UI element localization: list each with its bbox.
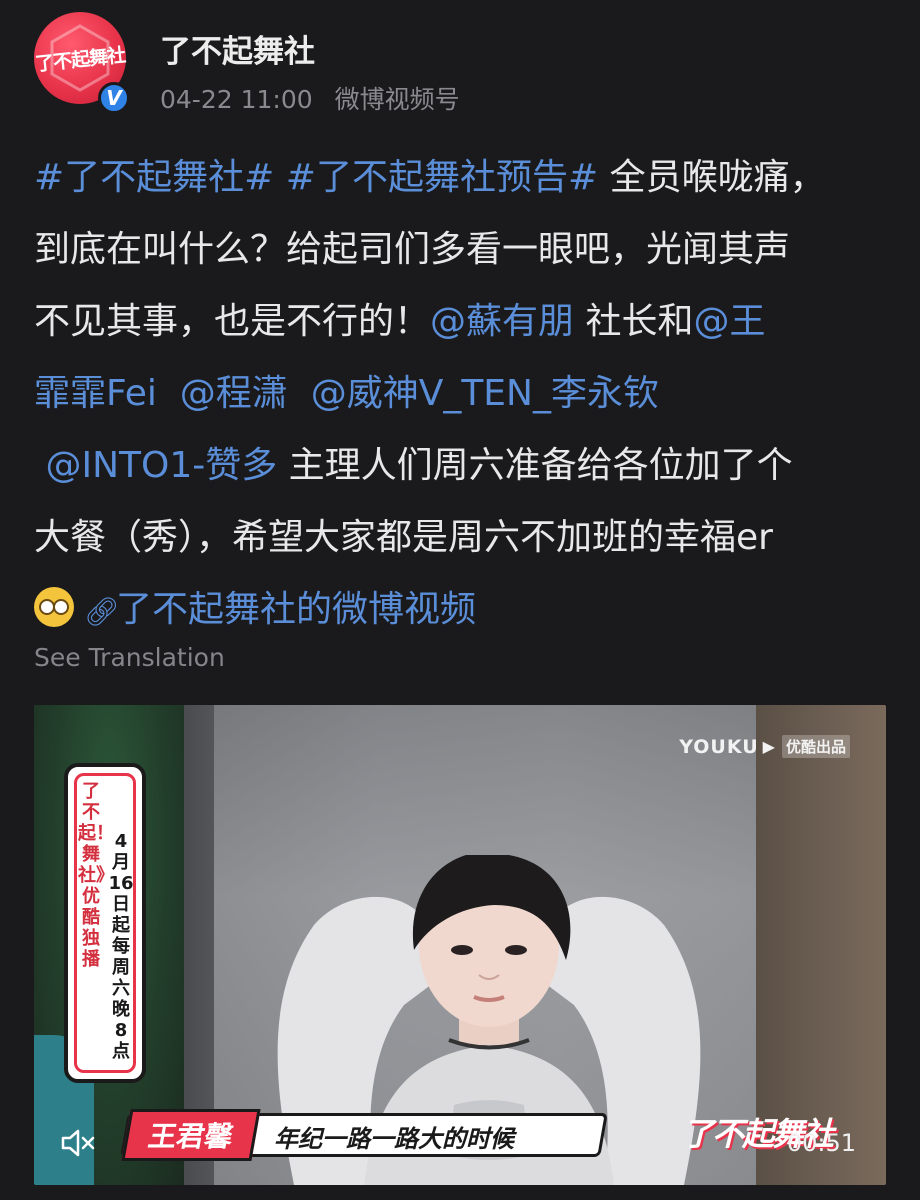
hashtag-link[interactable]: #了不起舞社预告# xyxy=(286,157,598,198)
promo-banner-title: 了不起！舞社》优酷独播 xyxy=(78,781,114,970)
weibo-post: 了不起舞社 V 了不起舞社 04-22 11:00 微博视频号 #了不起舞社# #… xyxy=(0,0,920,1200)
post-line: 大餐（秀），希望大家都是周六不加班的幸福er xyxy=(34,502,894,574)
verified-badge-icon: V xyxy=(98,82,130,114)
mention-link[interactable]: @INTO1-赞多 xyxy=(45,445,277,486)
mention-link[interactable]: @蘇有朋 xyxy=(430,301,574,342)
hashtag-link[interactable]: #了不起舞社# xyxy=(34,157,274,198)
post-text-segment: 不见其事，也是不行的！ xyxy=(34,301,431,342)
post-text: #了不起舞社# #了不起舞社预告# 全员喉咙痛， 到底在叫什么？给起司们多看一眼… xyxy=(34,142,894,646)
video-duration: 00:51 xyxy=(786,1129,856,1157)
post-line: 🔗︎了不起舞社的微博视频 xyxy=(34,574,894,646)
mention-link[interactable]: @威神V_TEN_李永钦 xyxy=(311,373,659,414)
username[interactable]: 了不起舞社 xyxy=(160,26,315,71)
post-line: 到底在叫什么？给起司们多看一眼吧，光闻其声 xyxy=(34,214,894,286)
post-text-segment: 到底在叫什么？给起司们多看一眼吧，光闻其声 xyxy=(34,229,791,270)
post-text-segment: 主理人们周六准备给各位加了个 xyxy=(277,445,793,486)
post-line: 不见其事，也是不行的！@蘇有朋 社长和@王 xyxy=(34,286,894,358)
post-source: 微博视频号 xyxy=(334,85,460,114)
youku-tag: 优酷出品 xyxy=(781,735,850,758)
caption-name: 王君馨 xyxy=(121,1109,261,1161)
emoji-icon xyxy=(34,587,74,627)
play-arrow-icon: ▶ xyxy=(762,737,776,756)
post-text-segment: 大餐（秀），希望大家都是周六不加班的幸福er xyxy=(34,517,773,558)
post-text-segment: 社长和 xyxy=(574,301,694,342)
youku-watermark: YOUKU ▶ 优酷出品 xyxy=(679,735,850,758)
caption-text: 年纪一路一路大的时候 xyxy=(274,1125,514,1153)
promo-banner: 了不起！舞社》优酷独播 4月16日起每周六晚8点 xyxy=(64,763,146,1083)
mention-link[interactable]: 霏霏Fei xyxy=(34,373,157,414)
post-line: @INTO1-赞多 主理人们周六准备给各位加了个 xyxy=(34,430,894,502)
post-meta: 04-22 11:00 微博视频号 xyxy=(160,80,460,116)
see-translation-link[interactable]: See Translation xyxy=(34,643,225,672)
post-timestamp: 04-22 11:00 xyxy=(160,85,313,114)
video-link[interactable]: 了不起舞社的微博视频 xyxy=(116,589,476,630)
link-chain-icon: 🔗︎ xyxy=(84,595,120,628)
promo-banner-schedule: 4月16日起每周六晚8点 xyxy=(108,831,134,1062)
mute-icon[interactable] xyxy=(60,1127,96,1159)
post-line: #了不起舞社# #了不起舞社预告# 全员喉咙痛， xyxy=(34,142,894,214)
video-player[interactable]: 了不起！舞社》优酷独播 4月16日起每周六晚8点 YOUKU ▶ 优酷出品 王君… xyxy=(34,705,886,1185)
mention-link[interactable]: @王 xyxy=(693,301,765,342)
post-line: 霏霏Fei @程潇 @威神V_TEN_李永钦 xyxy=(34,358,894,430)
post-text-segment: 全员喉咙痛， xyxy=(598,157,826,198)
youku-brand: YOUKU xyxy=(679,735,759,758)
mention-link[interactable]: @程潇 xyxy=(180,373,288,414)
